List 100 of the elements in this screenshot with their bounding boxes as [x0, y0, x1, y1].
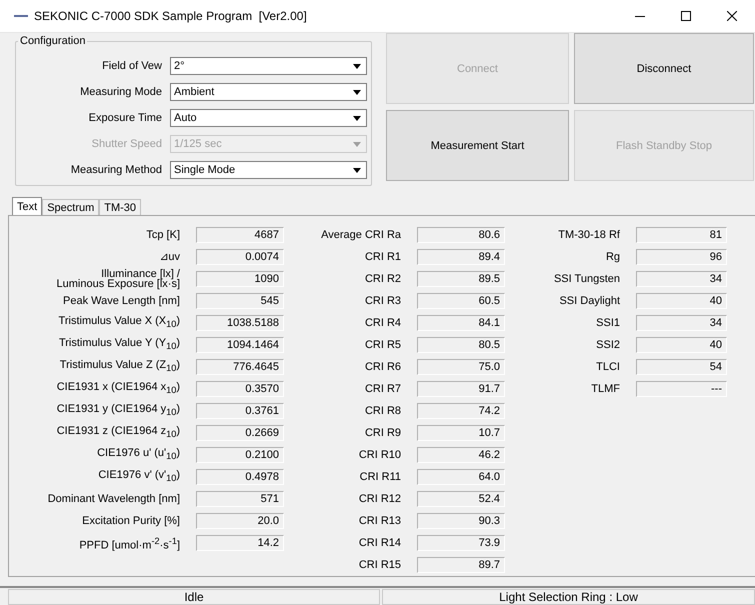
tab[interactable]: TM-30	[99, 199, 142, 215]
tab[interactable]: Text	[12, 197, 42, 215]
value-field: 545	[196, 293, 284, 309]
value-field: 64.0	[417, 469, 505, 485]
value-label: CRI R7	[364, 384, 402, 394]
value-label: Tcp [K]	[145, 230, 181, 240]
value-label: CRI R11	[358, 472, 402, 482]
value-field: 0.3570	[196, 381, 284, 397]
value-label: Tristimulus Value Z (Z$_{10}$)	[58, 360, 181, 374]
value-label: SSI Tungsten	[552, 274, 621, 284]
value-field: 776.4645	[196, 359, 284, 375]
value-label: ⊿uv	[158, 252, 181, 262]
value-field: 60.5	[417, 293, 505, 309]
value-field: 0.3761	[196, 403, 284, 419]
value-field: 10.7	[417, 425, 505, 441]
value-field: 54	[636, 359, 727, 375]
value-field: 90.3	[417, 513, 505, 529]
value-field: 4687	[196, 227, 284, 243]
value-label: CRI R13	[358, 516, 402, 526]
value-field: 74.2	[417, 403, 505, 419]
value-label: Rg	[604, 252, 621, 262]
value-field: 75.0	[417, 359, 505, 375]
group-title: Configuration	[19, 35, 86, 47]
value-field: 89.4	[417, 249, 505, 265]
value-field: ---	[636, 381, 727, 397]
value-field: 40	[636, 337, 727, 353]
value-field: 52.4	[417, 491, 505, 507]
value-field: 0.2669	[196, 425, 284, 441]
dropdown-arrow-icon	[353, 90, 361, 94]
value-label: CRI R12	[358, 494, 402, 504]
action-button[interactable]: Disconnect	[574, 33, 754, 104]
value-label: Illuminance [lx] / Luminous Exposure [lx·s]	[56, 269, 181, 289]
maximize-icon	[681, 11, 691, 21]
value-label: CRI R8	[364, 406, 402, 416]
value-field: 1038.5188	[196, 315, 284, 331]
value-label: CIE1931 y (CIE1964 y$_{10}$)	[56, 404, 181, 418]
value-label: TM-30-18 Rf	[557, 230, 621, 240]
value-field: 84.1	[417, 315, 505, 331]
value-label: CRI R4	[364, 318, 402, 328]
tab[interactable]: Spectrum	[42, 199, 100, 215]
value-label: Tristimulus Value X (X$_{10}$)	[58, 316, 181, 330]
value-label: TLCI	[595, 362, 621, 372]
value-label: CRI R3	[364, 296, 402, 306]
value-field: 89.7	[417, 557, 505, 573]
value-label: CRI R14	[358, 538, 402, 548]
dropdown-arrow-icon	[353, 64, 361, 68]
value-field: 80.5	[417, 337, 505, 353]
value-field: 73.9	[417, 535, 505, 551]
dropdown[interactable]: Single Mode	[170, 161, 367, 179]
value-field: 96	[636, 249, 727, 265]
status-panel: Light Selection Ring : Low	[382, 589, 755, 605]
dropdown[interactable]: Auto	[170, 109, 367, 127]
value-label: CIE1931 z (CIE1964 z$_{10}$)	[56, 426, 181, 440]
value-label: Excitation Purity [%]	[81, 516, 181, 526]
value-label: SSI1	[595, 318, 621, 328]
value-field: 80.6	[417, 227, 505, 243]
value-field: 0.2100	[196, 447, 284, 463]
value-label: CRI R15	[358, 560, 402, 570]
dropdown-arrow-icon	[353, 142, 361, 146]
value-label: Average CRI Ra	[320, 230, 402, 240]
value-field: 0.0074	[196, 249, 284, 265]
value-label: CRI R10	[358, 450, 402, 460]
field-label: Measuring Mode	[79, 86, 163, 98]
value-field: 1094.1464	[196, 337, 284, 353]
action-button[interactable]: Measurement Start	[386, 110, 569, 181]
dropdown-arrow-icon	[353, 116, 361, 120]
value-label: CRI R6	[364, 362, 402, 372]
value-field: 34	[636, 271, 727, 287]
dropdown-arrow-icon	[353, 168, 361, 172]
status-panel: Idle	[8, 589, 380, 605]
dropdown[interactable]: Ambient	[170, 83, 367, 101]
field-label: Field of Vew	[101, 60, 163, 72]
value-field: 91.7	[417, 381, 505, 397]
value-label: SSI2	[595, 340, 621, 350]
value-label: PPFD [umol·m$^{-2}$·s$^{-1}$]	[78, 536, 181, 550]
value-label: CIE1931 x (CIE1964 x$_{10}$)	[56, 382, 181, 396]
value-label: CRI R9	[364, 428, 402, 438]
value-field: 14.2	[196, 535, 284, 551]
value-field: 20.0	[196, 513, 284, 529]
field-label: Shutter Speed	[90, 138, 163, 150]
value-label: Tristimulus Value Y (Y$_{10}$)	[58, 338, 181, 352]
value-field: 40	[636, 293, 727, 309]
value-label: CRI R1	[364, 252, 402, 262]
field-label: Measuring Method	[70, 164, 163, 176]
close-icon	[727, 11, 737, 21]
value-field: 89.5	[417, 271, 505, 287]
value-field: 1090	[196, 271, 284, 287]
value-label: CIE1976 u' (u'$_{10}$)	[96, 448, 181, 462]
logo-icon	[14, 14, 28, 18]
field-label: Exposure Time	[88, 112, 163, 124]
value-label: CIE1976 v' (v'$_{10}$)	[97, 470, 181, 484]
value-field: 34	[636, 315, 727, 331]
value-field: 0.4978	[196, 469, 284, 485]
value-field: 81	[636, 227, 727, 243]
value-label: CRI R2	[364, 274, 402, 284]
value-label: Dominant Wavelength [nm]	[46, 494, 181, 504]
window-title: SEKONIC C-7000 SDK Sample Program [Ver2.00]	[34, 9, 308, 23]
value-field: 46.2	[417, 447, 505, 463]
value-label: SSI Daylight	[558, 296, 621, 306]
dropdown[interactable]: 2°	[170, 57, 367, 75]
